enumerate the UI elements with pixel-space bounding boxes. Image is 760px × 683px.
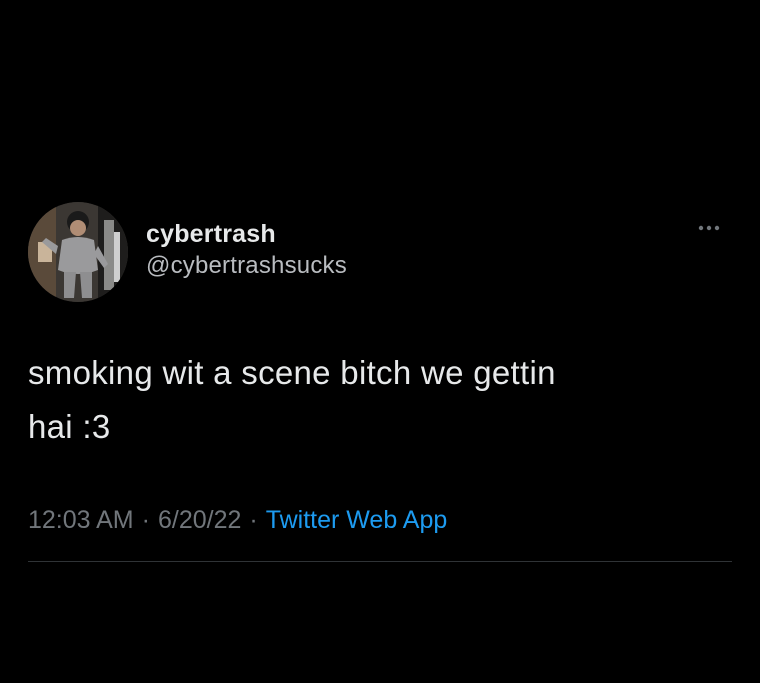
meta-separator: · xyxy=(249,506,258,534)
tweet-header: cybertrash @cybertrashsucks xyxy=(28,202,732,302)
meta-separator: · xyxy=(141,506,150,534)
divider xyxy=(28,561,732,562)
author-display-name[interactable]: cybertrash xyxy=(146,218,347,250)
author-handle[interactable]: @cybertrashsucks xyxy=(146,250,347,282)
tweet-date[interactable]: 6/20/22 xyxy=(158,506,241,534)
more-horizontal-icon xyxy=(698,225,720,231)
author-names: cybertrash @cybertrashsucks xyxy=(146,218,347,282)
tweet-text: smoking wit a scene bitch we gettin hai … xyxy=(28,354,556,445)
tweet-time[interactable]: 12:03 AM xyxy=(28,506,134,534)
tweet-meta: 12:03 AM · 6/20/22 · Twitter Web App xyxy=(28,502,447,538)
tweet-source-link[interactable]: Twitter Web App xyxy=(266,506,448,534)
avatar[interactable] xyxy=(28,202,128,302)
tweet-card: cybertrash @cybertrashsucks smoking wit … xyxy=(0,0,760,683)
user-avatar-image xyxy=(28,202,128,302)
more-options-button[interactable] xyxy=(692,224,732,244)
